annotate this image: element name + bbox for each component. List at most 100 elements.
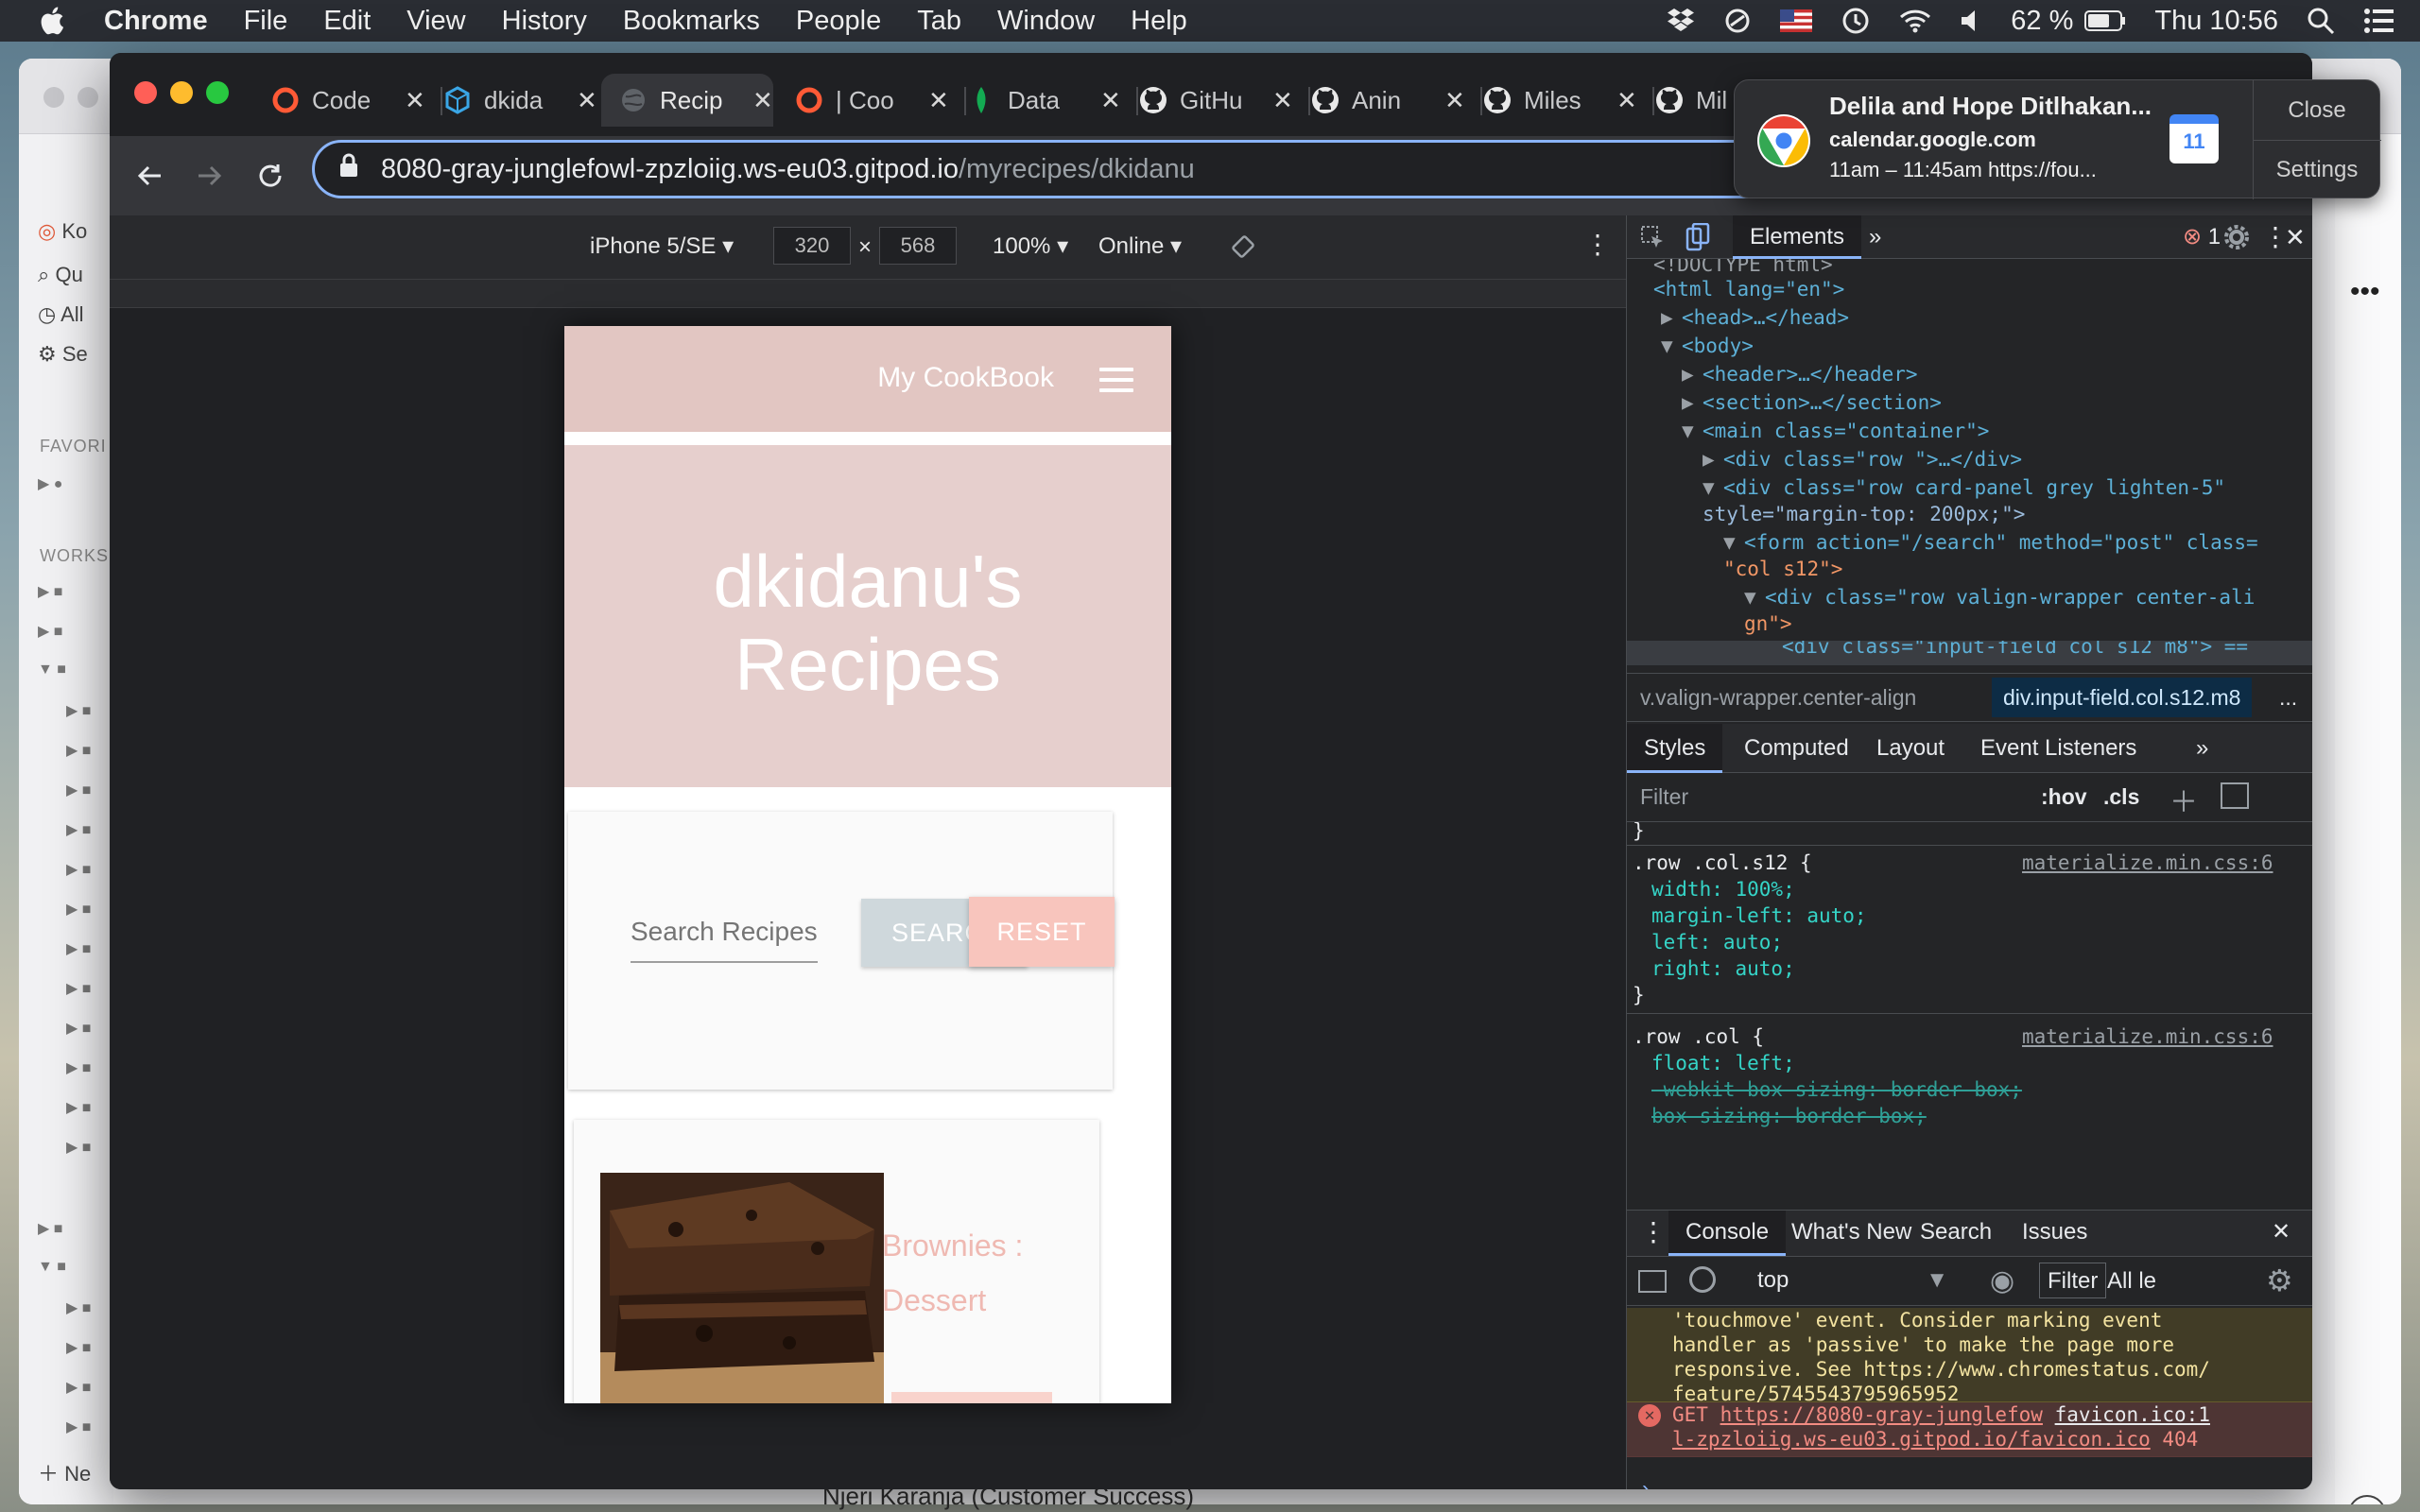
- device-toolbar-toggle-icon[interactable]: [1674, 215, 1721, 259]
- zoom-select[interactable]: 100% ▾: [993, 232, 1068, 260]
- class-toggle[interactable]: .cls: [2103, 784, 2139, 810]
- close-tab-icon[interactable]: ✕: [1444, 86, 1465, 115]
- expand-arrow-icon[interactable]: ▶: [1661, 304, 1673, 333]
- breadcrumb-more[interactable]: ...: [2279, 685, 2297, 711]
- bg-sidebar-item[interactable]: ⌕ Qu: [38, 263, 83, 287]
- dom-node[interactable]: <form action="/search" method="post" cla…: [1744, 529, 2258, 558]
- expand-arrow-icon[interactable]: ▶: [1682, 389, 1694, 418]
- menu-window[interactable]: Window: [997, 6, 1095, 37]
- toggle-sidebar-icon[interactable]: [2221, 782, 2249, 809]
- browser-tab[interactable]: | Coo ✕: [794, 74, 966, 127]
- recipe-image[interactable]: [600, 1173, 884, 1403]
- window-minimize-button[interactable]: [170, 81, 193, 104]
- tab-styles[interactable]: Styles: [1627, 724, 1723, 773]
- bg-sidebar-tree-item[interactable]: ▶ ■: [66, 1418, 91, 1436]
- bg-sidebar-tree-item[interactable]: ▶ ■: [66, 820, 91, 839]
- context-select[interactable]: top ▼: [1740, 1261, 1958, 1300]
- style-property[interactable]: width: 100%;: [1651, 877, 1795, 903]
- close-devtools-icon[interactable]: ✕: [2279, 215, 2311, 259]
- menu-tab[interactable]: Tab: [917, 6, 961, 37]
- dom-node[interactable]: <header>…</header>: [1703, 361, 1918, 389]
- bg-sidebar-tree-item[interactable]: ▶ ■: [66, 979, 91, 998]
- menu-people[interactable]: People: [796, 6, 881, 37]
- collapse-arrow-icon[interactable]: ▼: [1703, 474, 1715, 503]
- bg-sidebar-item[interactable]: ◷ All: [38, 302, 84, 327]
- style-property[interactable]: right: auto;: [1651, 956, 1795, 983]
- bg-sidebar-tree-item[interactable]: ▶ ■: [66, 939, 91, 958]
- bg-sidebar-tree-item[interactable]: ▶ ■: [38, 622, 62, 641]
- menu-view[interactable]: View: [406, 6, 465, 37]
- console-prompt-icon[interactable]: ›: [1642, 1476, 1650, 1489]
- more-tabs-chevron-icon[interactable]: »: [1852, 215, 1898, 259]
- apple-icon[interactable]: [38, 5, 70, 37]
- style-rule-source-link[interactable]: materialize.min.css:6: [2022, 1024, 2273, 1051]
- menu-file[interactable]: File: [244, 6, 288, 37]
- bg-window-minimize-button[interactable]: [78, 87, 98, 108]
- bg-sidebar-new-button[interactable]: ＋ Ne: [38, 1457, 91, 1487]
- close-tab-icon[interactable]: ✕: [752, 86, 773, 115]
- bg-sidebar-tree-item[interactable]: ▼ ■: [38, 1259, 66, 1276]
- style-rule-selector[interactable]: .row .col {: [1633, 1024, 1764, 1051]
- dom-node-continuation[interactable]: style="margin-top: 200px;">: [1703, 501, 2025, 529]
- close-tab-icon[interactable]: ✕: [928, 86, 949, 115]
- dom-node[interactable]: <main class="container">: [1703, 418, 1989, 446]
- collapse-arrow-icon[interactable]: ▼: [1661, 333, 1673, 361]
- address-bar[interactable]: 8080-gray-junglefowl-zpzloiig.ws-eu03.gi…: [312, 140, 1919, 198]
- dom-node[interactable]: <html lang="en">: [1653, 276, 1844, 304]
- reset-button[interactable]: RESET: [969, 897, 1115, 967]
- expand-arrow-icon[interactable]: ▶: [1682, 361, 1694, 389]
- battery-icon[interactable]: [2084, 9, 2126, 32]
- clear-console-icon[interactable]: [1689, 1266, 1716, 1293]
- settings-gear-icon[interactable]: [2222, 215, 2251, 259]
- wifi-icon[interactable]: [1899, 9, 1931, 33]
- window-close-button[interactable]: [134, 81, 157, 104]
- lock-icon[interactable]: [339, 153, 358, 185]
- style-rule-selector[interactable]: .row .col.s12 {: [1633, 850, 1812, 877]
- selected-dom-node-highlight[interactable]: <div class="input-field col s12 m8"> ==: [1627, 641, 2312, 665]
- bg-sidebar-tree-item[interactable]: ▶ ■: [66, 701, 91, 720]
- reload-button[interactable]: [250, 155, 291, 197]
- close-tab-icon[interactable]: ✕: [405, 86, 425, 115]
- bg-sidebar-tree-item[interactable]: ▶ ■: [66, 781, 91, 799]
- error-url-link[interactable]: https://8080-gray-junglefow: [1720, 1403, 2043, 1426]
- style-property[interactable]: float: left;: [1651, 1051, 1795, 1077]
- bg-sidebar-tree-item[interactable]: ▶ ■: [66, 1019, 91, 1038]
- dom-node[interactable]: <div class="row valign-wrapper center-al…: [1765, 584, 2255, 612]
- notification-settings-button[interactable]: Settings: [2253, 140, 2381, 199]
- style-property[interactable]: left: auto;: [1651, 930, 1783, 956]
- close-tab-icon[interactable]: ✕: [577, 86, 597, 115]
- device-more-options-icon[interactable]: ⋮: [1584, 229, 1611, 260]
- bg-sidebar-tree-item[interactable]: ▶ ■: [66, 900, 91, 919]
- close-tab-icon[interactable]: ✕: [1100, 86, 1121, 115]
- collapse-arrow-icon[interactable]: ▼: [1744, 584, 1756, 612]
- collapse-arrow-icon[interactable]: ▼: [1682, 418, 1694, 446]
- browser-tab[interactable]: GitHu ✕: [1138, 74, 1310, 127]
- browser-tab[interactable]: Code ✕: [270, 74, 442, 127]
- error-source-link[interactable]: favicon.ico:1: [2055, 1403, 2210, 1426]
- calendar-notification[interactable]: Delila and Hope Ditlhakan... calendar.go…: [1734, 79, 2381, 199]
- inspect-element-icon[interactable]: [1627, 215, 1678, 259]
- bg-sidebar-tree-item[interactable]: ▶ ■: [66, 741, 91, 760]
- dom-node[interactable]: <section>…</section>: [1703, 389, 1942, 418]
- browser-tab-active[interactable]: Recip ✕: [601, 74, 773, 127]
- window-zoom-button[interactable]: [206, 81, 229, 104]
- bg-sidebar-tree-item[interactable]: ▶ ■: [66, 860, 91, 879]
- bg-sidebar-tree-item[interactable]: ▼ ■: [38, 662, 66, 679]
- expand-arrow-icon[interactable]: ▶: [1703, 446, 1715, 474]
- bg-sidebar-tree-item[interactable]: ▶ ■: [66, 1058, 91, 1077]
- dom-node[interactable]: <body>: [1682, 333, 1754, 361]
- bg-sidebar-tree-item[interactable]: ▶ ■: [66, 1378, 91, 1397]
- dropbox-icon[interactable]: [1667, 8, 1695, 34]
- tab-elements[interactable]: Elements: [1733, 215, 1862, 259]
- bg-sidebar-tree-item[interactable]: ▶ ■: [66, 1098, 91, 1117]
- style-property-overridden[interactable]: box-sizing: border-box;: [1651, 1104, 1927, 1130]
- spotlight-search-icon[interactable]: [2307, 7, 2335, 35]
- browser-tab[interactable]: Data ✕: [966, 74, 1138, 127]
- log-levels-select[interactable]: All le: [2107, 1268, 2183, 1295]
- console-settings-gear-icon[interactable]: ⚙: [2266, 1263, 2293, 1298]
- dom-node[interactable]: <head>…</head>: [1682, 304, 1849, 333]
- sync-icon[interactable]: [1723, 7, 1752, 35]
- more-subtabs-chevron-icon[interactable]: »: [2179, 724, 2225, 773]
- style-rule-source-link[interactable]: materialize.min.css:6: [2022, 850, 2273, 877]
- dom-node[interactable]: <div class="row ">…</div>: [1723, 446, 2022, 474]
